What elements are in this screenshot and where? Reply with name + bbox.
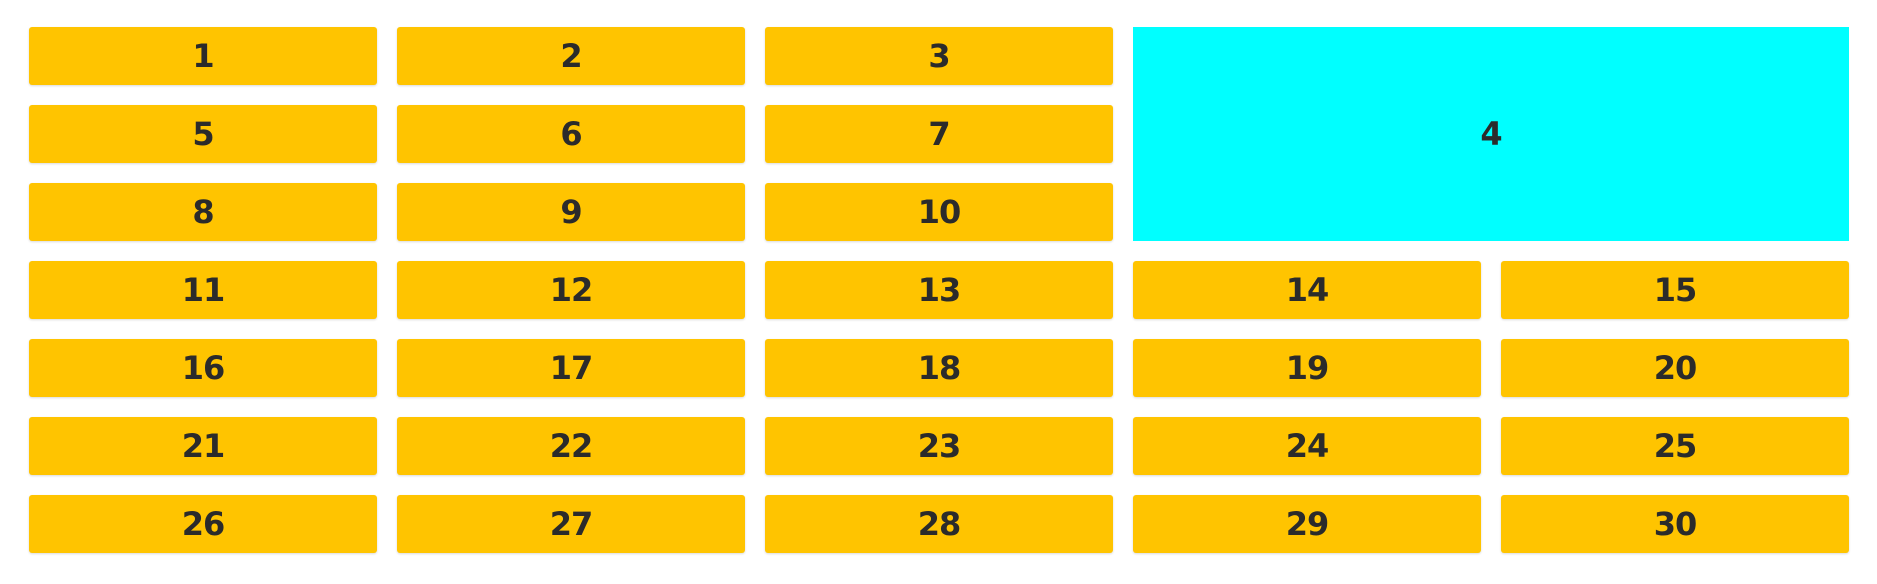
grid-cell-26: 26 xyxy=(29,495,377,553)
grid-cell-19: 19 xyxy=(1133,339,1481,397)
grid-container: 1 2 3 4 5 6 7 8 9 10 11 12 13 14 15 16 1… xyxy=(29,27,1849,553)
grid-cell-22: 22 xyxy=(397,417,745,475)
grid-cell-5: 5 xyxy=(29,105,377,163)
grid-cell-2: 2 xyxy=(397,27,745,85)
grid-cell-25: 25 xyxy=(1501,417,1849,475)
grid-cell-14: 14 xyxy=(1133,261,1481,319)
grid-cell-18: 18 xyxy=(765,339,1113,397)
grid-cell-9: 9 xyxy=(397,183,745,241)
grid-cell-11: 11 xyxy=(29,261,377,319)
grid-cell-10: 10 xyxy=(765,183,1113,241)
grid-cell-1: 1 xyxy=(29,27,377,85)
grid-cell-30: 30 xyxy=(1501,495,1849,553)
grid-cell-15: 15 xyxy=(1501,261,1849,319)
grid-cell-27: 27 xyxy=(397,495,745,553)
grid-cell-29: 29 xyxy=(1133,495,1481,553)
grid-cell-17: 17 xyxy=(397,339,745,397)
grid-cell-24: 24 xyxy=(1133,417,1481,475)
grid-cell-12: 12 xyxy=(397,261,745,319)
grid-cell-28: 28 xyxy=(765,495,1113,553)
grid-cell-23: 23 xyxy=(765,417,1113,475)
grid-cell-21: 21 xyxy=(29,417,377,475)
grid-cell-6: 6 xyxy=(397,105,745,163)
grid-cell-13: 13 xyxy=(765,261,1113,319)
grid-cell-3: 3 xyxy=(765,27,1113,85)
grid-cell-16: 16 xyxy=(29,339,377,397)
grid-cell-8: 8 xyxy=(29,183,377,241)
grid-cell-4-featured: 4 xyxy=(1133,27,1849,241)
grid-cell-20: 20 xyxy=(1501,339,1849,397)
grid-cell-7: 7 xyxy=(765,105,1113,163)
